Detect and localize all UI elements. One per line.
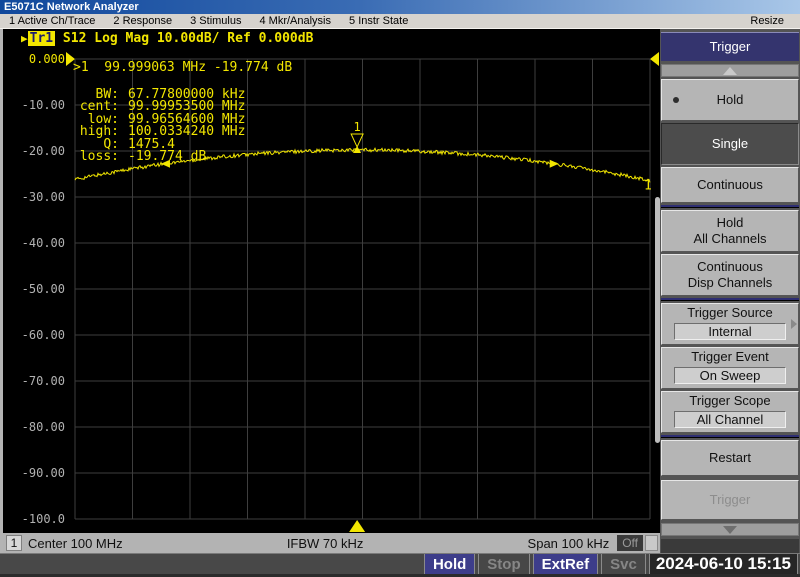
marker1-readout: >1 99.999063 MHz -19.774 dB bbox=[73, 60, 293, 75]
status-svc-indicator: Svc bbox=[601, 554, 646, 574]
instrument-screen: ▶ Tr1 S12 Log Mag 10.00dB/ Ref 0.000dB 0.… bbox=[0, 29, 660, 553]
softkey-group-divider bbox=[661, 298, 799, 301]
trigger-event-value: On Sweep bbox=[674, 367, 786, 384]
span-readout[interactable]: Span 100 kHz bbox=[528, 536, 610, 551]
submenu-arrow-icon bbox=[791, 319, 797, 329]
softkey-group-divider bbox=[661, 435, 799, 438]
selected-bullet-icon bbox=[673, 97, 679, 103]
softkey-label: Trigger Source bbox=[687, 305, 773, 320]
status-datetime: 2024-06-10 15:15 bbox=[648, 554, 798, 574]
softkey-label: Hold bbox=[716, 92, 744, 107]
softkey-trigger-button-disabled: Trigger bbox=[661, 480, 799, 520]
window-title-bar: E5071C Network Analyzer bbox=[0, 0, 800, 14]
softkey-trigger-scope-button[interactable]: Trigger Scope All Channel bbox=[661, 391, 799, 433]
softkey-label-line2: All Channels bbox=[693, 231, 767, 246]
softkey-hold-button[interactable]: Hold bbox=[661, 79, 799, 121]
softkey-group-divider bbox=[661, 205, 799, 208]
softkey-label-line1: Hold bbox=[716, 215, 744, 230]
menu-active-ch-trace[interactable]: 1 Active Ch/Trace bbox=[0, 14, 104, 29]
ifbw-readout[interactable]: IFBW 70 kHz bbox=[287, 536, 364, 551]
menu-instr-state[interactable]: 5 Instr State bbox=[340, 14, 417, 29]
loss-row: loss: -19.774 dB bbox=[73, 149, 245, 165]
scroll-down-icon bbox=[723, 526, 737, 534]
trace-end-number: 1 bbox=[644, 178, 652, 193]
softkey-trigger-source-button[interactable]: Trigger Source Internal bbox=[661, 303, 799, 345]
menu-bar: 1 Active Ch/Trace 2 Response 3 Stimulus … bbox=[0, 14, 800, 29]
softkey-label: Trigger bbox=[709, 492, 751, 507]
bw-high-marker-icon bbox=[549, 159, 559, 168]
marker1-number: 1 bbox=[353, 120, 360, 134]
channel-bar-end-box bbox=[645, 535, 659, 551]
softkey-label: Trigger Event bbox=[691, 349, 769, 364]
channel-status-bar: 1 Center 100 MHz IFBW 70 kHz Span 100 kH… bbox=[3, 533, 660, 553]
softkey-scroll-up-button[interactable] bbox=[661, 64, 799, 77]
softkey-menu-title: Trigger bbox=[661, 32, 799, 61]
status-extref-indicator: ExtRef bbox=[532, 554, 599, 574]
trigger-source-value: Internal bbox=[674, 323, 786, 340]
window-title: E5071C Network Analyzer bbox=[4, 1, 139, 13]
channel-number-box: 1 bbox=[6, 535, 22, 551]
off-badge: Off bbox=[617, 535, 644, 551]
softkey-label: Single bbox=[711, 136, 749, 151]
softkey-continuous-button[interactable]: Continuous bbox=[661, 167, 799, 203]
softkey-menu: Trigger Hold Single Continuous Hold All … bbox=[660, 29, 800, 561]
softkey-label: Trigger Scope bbox=[689, 393, 771, 408]
marker-stimulus-indicator-icon[interactable] bbox=[349, 520, 366, 532]
loss-label: loss: bbox=[79, 149, 119, 165]
bandwidth-readout: BW: 67.77800000 kHz cent: 99.99953500 MHz … bbox=[73, 88, 246, 165]
softkey-restart-button[interactable]: Restart bbox=[661, 440, 799, 476]
softkey-scrollbar-thumb[interactable] bbox=[655, 197, 660, 443]
menu-resize[interactable]: Resize bbox=[741, 14, 793, 29]
loss-value: -19.774 dB bbox=[128, 149, 207, 165]
app-window: E5071C Network Analyzer 1 Active Ch/Trac… bbox=[0, 0, 800, 577]
menu-stimulus[interactable]: 3 Stimulus bbox=[181, 14, 250, 29]
ref-level-right-pointer-icon bbox=[650, 52, 659, 66]
softkey-scroll-down-button[interactable] bbox=[661, 523, 799, 536]
softkey-label: Continuous bbox=[697, 177, 763, 192]
softkey-label-line2: Disp Channels bbox=[687, 275, 773, 290]
softkey-hold-all-channels-button[interactable]: Hold All Channels bbox=[661, 210, 799, 252]
menu-response[interactable]: 2 Response bbox=[104, 14, 181, 29]
softkey-label: Restart bbox=[709, 450, 751, 465]
center-frequency-readout[interactable]: Center 100 MHz bbox=[28, 536, 123, 551]
softkey-single-button[interactable]: Single bbox=[661, 123, 799, 165]
status-hold-indicator: Hold bbox=[423, 554, 476, 574]
softkey-continuous-disp-channels-button[interactable]: Continuous Disp Channels bbox=[661, 254, 799, 296]
menu-mkr-analysis[interactable]: 4 Mkr/Analysis bbox=[250, 14, 340, 29]
status-stop-indicator: Stop bbox=[478, 554, 530, 574]
scroll-up-icon bbox=[723, 67, 737, 75]
system-status-bar: Hold Stop ExtRef Svc 2024-06-10 15:15 bbox=[0, 553, 800, 577]
marker1-icon[interactable] bbox=[350, 133, 364, 149]
trigger-scope-value: All Channel bbox=[674, 411, 786, 428]
softkey-trigger-event-button[interactable]: Trigger Event On Sweep bbox=[661, 347, 799, 389]
softkey-label-line1: Continuous bbox=[697, 259, 763, 274]
